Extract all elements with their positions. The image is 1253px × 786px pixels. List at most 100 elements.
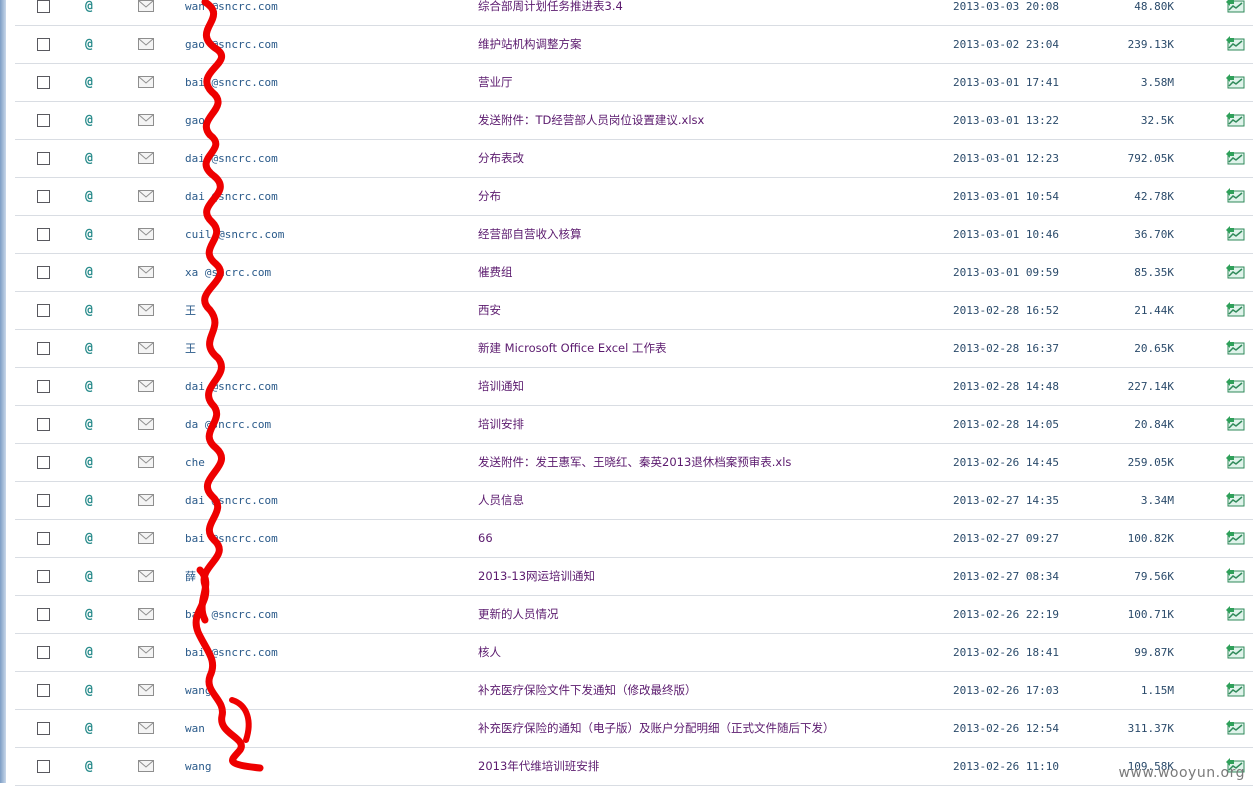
subject-link[interactable]: 66 — [478, 520, 493, 557]
table-row[interactable]: @ 王 新建 Microsoft Office Excel 工作表 2013-02-2… — [15, 330, 1253, 368]
sender[interactable]: wan @sncrc.com — [185, 0, 278, 25]
table-row[interactable]: @ 王 西安 2013-02-28 16:52 21.44K — [15, 292, 1253, 330]
subject-link[interactable]: 2013-13网运培训通知 — [478, 558, 595, 595]
chart-flag-icon[interactable] — [1225, 178, 1245, 215]
table-row[interactable]: @ wan @sncrc.com 综合部周计划任务推进表3.4 2013-03-03 … — [15, 0, 1253, 26]
sender[interactable]: gaoj — [185, 102, 212, 139]
subject-link[interactable]: 综合部周计划任务推进表3.4 — [478, 0, 623, 25]
row-checkbox[interactable] — [37, 254, 50, 291]
table-row[interactable]: @ bai @sncrc.com 核人 2013-02-26 18:41 99.87K — [15, 634, 1253, 672]
table-row[interactable]: @ gao @sncrc.com 维护站机构调整方案 2013-03-02 23:04… — [15, 26, 1253, 64]
subject-link[interactable]: 培训通知 — [478, 368, 524, 405]
subject-link[interactable]: 人员信息 — [478, 482, 524, 519]
row-checkbox[interactable] — [37, 140, 50, 177]
chart-flag-icon[interactable] — [1225, 672, 1245, 709]
subject-link[interactable]: 2013年代维培训班安排 — [478, 748, 599, 785]
chart-flag-icon[interactable] — [1225, 368, 1245, 405]
subject-link[interactable]: 维护站机构调整方案 — [478, 26, 582, 63]
table-row[interactable]: @ bai @sncrc.com 66 2013-02-27 09:27 100.82K — [15, 520, 1253, 558]
row-checkbox[interactable] — [37, 292, 50, 329]
sender[interactable]: wan — [185, 710, 205, 747]
sender[interactable]: dai @sncrc.com — [185, 482, 278, 519]
table-row[interactable]: @ bai @sncrc.com 营业厅 2013-03-01 17:41 3.58M — [15, 64, 1253, 102]
row-checkbox[interactable] — [37, 710, 50, 747]
row-checkbox[interactable] — [37, 558, 50, 595]
chart-flag-icon[interactable] — [1225, 406, 1245, 443]
chart-flag-icon[interactable] — [1225, 254, 1245, 291]
row-checkbox[interactable] — [37, 64, 50, 101]
row-checkbox[interactable] — [37, 596, 50, 633]
row-checkbox[interactable] — [37, 444, 50, 481]
subject-link[interactable]: 核人 — [478, 634, 501, 671]
table-row[interactable]: @ wan 补充医疗保险的通知（电子版）及账户分配明细（正式文件随后下发） 2013-… — [15, 710, 1253, 748]
row-checkbox[interactable] — [37, 482, 50, 519]
row-checkbox[interactable] — [37, 102, 50, 139]
sender[interactable]: bai @sncrc.com — [185, 520, 278, 557]
subject-link[interactable]: 分布 — [478, 178, 501, 215]
row-checkbox[interactable] — [37, 406, 50, 443]
subject-link[interactable]: 营业厅 — [478, 64, 513, 101]
chart-flag-icon[interactable] — [1225, 710, 1245, 747]
table-row[interactable]: @ che 发送附件：发王惠军、王晓红、秦英2013退休档案预审表.xls 2013… — [15, 444, 1253, 482]
chart-flag-icon[interactable] — [1225, 330, 1245, 367]
subject-link[interactable]: 西安 — [478, 292, 501, 329]
table-row[interactable]: @ dai @sncrc.com 分布表改 2013-03-01 12:23 792.0… — [15, 140, 1253, 178]
sender[interactable]: da @sncrc.com — [185, 406, 271, 443]
row-checkbox[interactable] — [37, 520, 50, 557]
table-row[interactable]: @ gaoj 发送附件：TD经营部人员岗位设置建议.xlsx 2013-03-01 1… — [15, 102, 1253, 140]
row-checkbox[interactable] — [37, 26, 50, 63]
table-row[interactable]: @ xa @sncrc.com 催费组 2013-03-01 09:59 85.35K — [15, 254, 1253, 292]
table-row[interactable]: @ 薛 2013-13网运培训通知 2013-02-27 08:34 79.56K — [15, 558, 1253, 596]
sender[interactable]: cuil @sncrc.com — [185, 216, 284, 253]
table-row[interactable]: @ wang 2013年代维培训班安排 2013-02-26 11:10 109.58K — [15, 748, 1253, 786]
chart-flag-icon[interactable] — [1225, 26, 1245, 63]
sender[interactable]: bai @sncrc.com — [185, 64, 278, 101]
row-checkbox[interactable] — [37, 368, 50, 405]
table-row[interactable]: @ dai @sncrc.com 分布 2013-03-01 10:54 42.78K — [15, 178, 1253, 216]
sender[interactable]: bai @sncrc.com — [185, 596, 278, 633]
subject-link[interactable]: 催费组 — [478, 254, 513, 291]
chart-flag-icon[interactable] — [1225, 102, 1245, 139]
chart-flag-icon[interactable] — [1225, 596, 1245, 633]
sender[interactable]: 薛 — [185, 558, 196, 595]
row-checkbox[interactable] — [37, 672, 50, 709]
chart-flag-icon[interactable] — [1225, 292, 1245, 329]
chart-flag-icon[interactable] — [1225, 482, 1245, 519]
subject-link[interactable]: 发送附件：发王惠军、王晓红、秦英2013退休档案预审表.xls — [478, 444, 791, 481]
sender[interactable]: 王 — [185, 330, 196, 367]
sender[interactable]: 王 — [185, 292, 196, 329]
sender[interactable]: dai @sncrc.com — [185, 140, 278, 177]
sender[interactable]: wang — [185, 672, 212, 709]
chart-flag-icon[interactable] — [1225, 444, 1245, 481]
sender[interactable]: bai @sncrc.com — [185, 634, 278, 671]
chart-flag-icon[interactable] — [1225, 520, 1245, 557]
subject-link[interactable]: 更新的人员情况 — [478, 596, 559, 633]
row-checkbox[interactable] — [37, 748, 50, 785]
subject-link[interactable]: 新建 Microsoft Office Excel 工作表 — [478, 330, 667, 367]
table-row[interactable]: @ dai @sncrc.com 人员信息 2013-02-27 14:35 3.34M — [15, 482, 1253, 520]
subject-link[interactable]: 补充医疗保险的通知（电子版）及账户分配明细（正式文件随后下发） — [478, 710, 835, 747]
table-row[interactable]: @ bai @sncrc.com 更新的人员情况 2013-02-26 22:19 10… — [15, 596, 1253, 634]
chart-flag-icon[interactable] — [1225, 64, 1245, 101]
table-row[interactable]: @ dai @sncrc.com 培训通知 2013-02-28 14:48 227.1… — [15, 368, 1253, 406]
row-checkbox[interactable] — [37, 178, 50, 215]
subject-link[interactable]: 经营部自营收入核算 — [478, 216, 582, 253]
chart-flag-icon[interactable] — [1225, 558, 1245, 595]
table-row[interactable]: @ wang 补充医疗保险文件下发通知（修改最终版） 2013-02-26 17:03… — [15, 672, 1253, 710]
sender[interactable]: gao @sncrc.com — [185, 26, 278, 63]
table-row[interactable]: @ da @sncrc.com 培训安排 2013-02-28 14:05 20.84K — [15, 406, 1253, 444]
subject-link[interactable]: 培训安排 — [478, 406, 524, 443]
row-checkbox[interactable] — [37, 634, 50, 671]
table-row[interactable]: @ cuil @sncrc.com 经营部自营收入核算 2013-03-01 10:4… — [15, 216, 1253, 254]
chart-flag-icon[interactable] — [1225, 216, 1245, 253]
row-checkbox[interactable] — [37, 330, 50, 367]
sender[interactable]: xa @sncrc.com — [185, 254, 271, 291]
subject-link[interactable]: 发送附件：TD经营部人员岗位设置建议.xlsx — [478, 102, 704, 139]
chart-flag-icon[interactable] — [1225, 634, 1245, 671]
row-checkbox[interactable] — [37, 216, 50, 253]
chart-flag-icon[interactable] — [1225, 140, 1245, 177]
row-checkbox[interactable] — [37, 0, 50, 25]
sender[interactable]: dai @sncrc.com — [185, 368, 278, 405]
chart-flag-icon[interactable] — [1225, 0, 1245, 25]
subject-link[interactable]: 补充医疗保险文件下发通知（修改最终版） — [478, 672, 697, 709]
